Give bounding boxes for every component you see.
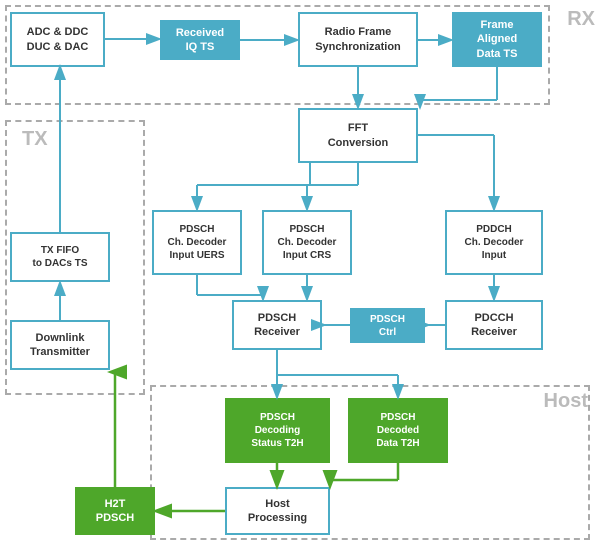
- tx-label: TX: [22, 128, 48, 151]
- pdsch-receiver-block: PDSCHReceiver: [232, 300, 322, 350]
- tx-fifo-block: TX FIFOto DACs TS: [10, 232, 110, 282]
- pdsch-uers-block: PDSCHCh. DecoderInput UERS: [152, 210, 242, 275]
- main-diagram: RX TX Host ADC & DDCDUC & DAC ReceivedIQ…: [0, 0, 603, 547]
- iq-ts-block: ReceivedIQ TS: [160, 20, 240, 60]
- fft-block: FFTConversion: [298, 108, 418, 163]
- downlink-block: DownlinkTransmitter: [10, 320, 110, 370]
- adc-block: ADC & DDCDUC & DAC: [10, 12, 105, 67]
- pdsch-decoding-block: PDSCHDecodingStatus T2H: [225, 398, 330, 463]
- radio-frame-block: Radio FrameSynchronization: [298, 12, 418, 67]
- host-processing-block: HostProcessing: [225, 487, 330, 535]
- h2t-pdsch-block: H2TPDSCH: [75, 487, 155, 535]
- pddch-block: PDDCHCh. DecoderInput: [445, 210, 543, 275]
- rx-label: RX: [567, 8, 595, 31]
- pdsch-decoded-block: PDSCHDecodedData T2H: [348, 398, 448, 463]
- pdsch-crs-block: PDSCHCh. DecoderInput CRS: [262, 210, 352, 275]
- pdsch-ctrl-block: PDSCHCtrl: [350, 308, 425, 343]
- pdcch-receiver-block: PDCCHReceiver: [445, 300, 543, 350]
- frame-aligned-block: FrameAlignedData TS: [452, 12, 542, 67]
- host-label: Host: [544, 390, 588, 413]
